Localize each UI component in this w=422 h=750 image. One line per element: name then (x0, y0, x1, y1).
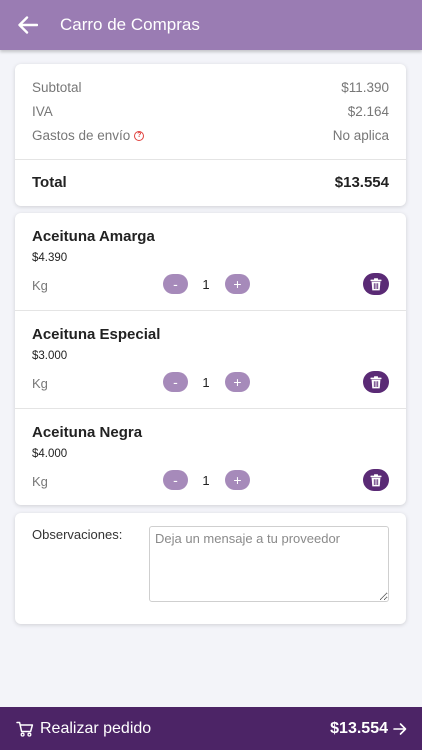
delete-item-button[interactable] (363, 469, 389, 491)
trash-icon (370, 277, 382, 290)
cart-item: Aceituna Especial $3.000 Kg - 1 + (15, 311, 406, 408)
product-price: $3.000 (32, 350, 68, 362)
shipping-label: Gastos de envío (32, 128, 131, 143)
product-price: $4.000 (32, 448, 68, 460)
delete-item-button[interactable] (363, 273, 389, 295)
increase-qty-button[interactable]: + (225, 274, 250, 294)
product-price: $4.390 (32, 252, 68, 264)
observations-card: Observaciones: (15, 513, 406, 624)
iva-value: $2.164 (347, 104, 389, 119)
quantity-value: 1 (202, 277, 210, 292)
delete-item-button[interactable] (363, 371, 389, 393)
subtotal-label: Subtotal (32, 80, 82, 95)
shipping-row: Gastos de envío? No aplica (32, 128, 389, 143)
product-name: Aceituna Negra (32, 424, 143, 441)
product-unit: Kg (32, 278, 48, 293)
observations-input[interactable] (149, 526, 389, 602)
total-row: Total $13.554 (32, 174, 389, 191)
decrease-qty-button[interactable]: - (163, 372, 188, 392)
quantity-value: 1 (202, 375, 210, 390)
cart-item: Aceituna Negra $4.000 Kg - 1 + (15, 409, 406, 506)
app-header: Carro de Compras (0, 0, 422, 50)
observations-label: Observaciones: (32, 527, 123, 542)
cart-items-card: Aceituna Amarga $4.390 Kg - 1 + Aceituna… (15, 213, 406, 505)
total-value: $13.554 (334, 174, 389, 191)
iva-row: IVA $2.164 (32, 104, 389, 119)
decrease-qty-button[interactable]: - (163, 470, 188, 490)
cart-item: Aceituna Amarga $4.390 Kg - 1 + (15, 213, 406, 310)
place-order-button[interactable]: Realizar pedido $13.554 (0, 707, 422, 750)
decrease-qty-button[interactable]: - (163, 274, 188, 294)
trash-icon (370, 375, 382, 388)
cart-icon (16, 720, 34, 738)
page-title: Carro de Compras (60, 15, 200, 34)
product-unit: Kg (32, 376, 48, 391)
shipping-value: No aplica (332, 128, 389, 143)
order-total: $13.554 (330, 719, 388, 737)
product-name: Aceituna Especial (32, 326, 161, 343)
total-label: Total (32, 174, 67, 191)
summary-divider (15, 159, 406, 160)
subtotal-row: Subtotal $11.390 (32, 80, 389, 95)
increase-qty-button[interactable]: + (225, 372, 250, 392)
subtotal-value: $11.390 (341, 80, 389, 95)
increase-qty-button[interactable]: + (225, 470, 250, 490)
help-icon[interactable]: ? (134, 130, 145, 141)
quantity-value: 1 (202, 473, 210, 488)
product-unit: Kg (32, 474, 48, 489)
order-summary-card: Subtotal $11.390 IVA $2.164 Gastos de en… (15, 64, 406, 206)
arrow-right-icon (393, 723, 407, 735)
arrow-left-icon (18, 16, 38, 34)
place-order-label: Realizar pedido (40, 719, 152, 737)
trash-icon (370, 473, 382, 486)
iva-label: IVA (32, 104, 53, 119)
back-button[interactable] (16, 13, 40, 37)
product-name: Aceituna Amarga (32, 228, 155, 245)
